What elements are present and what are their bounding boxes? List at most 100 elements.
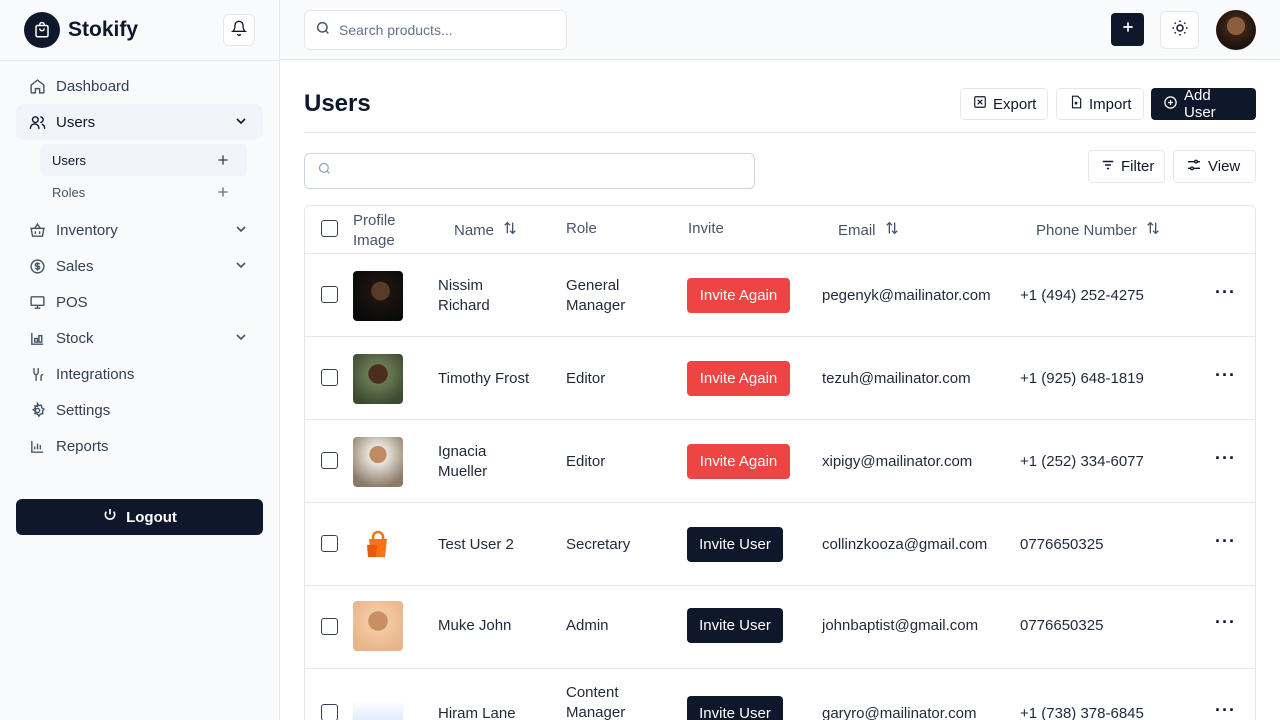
- plus-icon[interactable]: [215, 184, 231, 203]
- profile-image: [353, 354, 403, 404]
- user-email: xipigy@mailinator.com: [822, 453, 973, 470]
- profile-image: [353, 699, 403, 720]
- bell-icon: [230, 20, 248, 41]
- table-row[interactable]: Ignacia Mueller Editor Invite Again xipi…: [305, 420, 1255, 503]
- invite-again-button[interactable]: Invite Again: [687, 444, 790, 479]
- sidebar-item-settings[interactable]: Settings: [16, 392, 263, 428]
- sidebar: Stokify Dashboard Users Users Roles Inve: [0, 0, 280, 720]
- subitem-users[interactable]: Users: [40, 144, 247, 176]
- invite-user-button[interactable]: Invite User: [687, 527, 783, 562]
- row-checkbox[interactable]: [321, 618, 338, 635]
- add-user-button[interactable]: Add User: [1151, 87, 1256, 121]
- header-invite: Invite: [688, 220, 724, 237]
- monitor-icon: [28, 293, 46, 311]
- table-row[interactable]: Hiram Lane Content Manager Invite User g…: [305, 669, 1255, 720]
- row-checkbox[interactable]: [321, 704, 338, 720]
- user-role: Secretary: [566, 536, 631, 553]
- excel-icon: [973, 95, 987, 113]
- subitem-label: Roles: [52, 184, 86, 200]
- user-email: johnbaptist@gmail.com: [822, 617, 979, 634]
- user-email: garyro@mailinator.com: [822, 705, 977, 720]
- sidebar-item-inventory[interactable]: Inventory: [16, 212, 263, 248]
- view-button[interactable]: View: [1173, 150, 1256, 183]
- subitem-roles[interactable]: Roles: [40, 176, 247, 208]
- add-user-label: Add User: [1184, 87, 1216, 121]
- user-name: Test User 2: [438, 536, 514, 553]
- invite-again-button[interactable]: Invite Again: [687, 361, 790, 396]
- notifications-button[interactable]: [223, 14, 255, 46]
- header-name[interactable]: Name: [454, 220, 518, 240]
- sidebar-item-reports[interactable]: Reports: [16, 428, 263, 464]
- user-role: Editor: [566, 453, 606, 470]
- user-email: tezuh@mailinator.com: [822, 370, 971, 387]
- user-name: Nissim Richard: [438, 277, 490, 314]
- import-button[interactable]: Import: [1056, 88, 1144, 120]
- sidebar-item-label: Dashboard: [56, 77, 130, 95]
- sidebar-item-dashboard[interactable]: Dashboard: [16, 68, 263, 104]
- filter-button[interactable]: Filter: [1088, 150, 1165, 183]
- table-search[interactable]: [304, 153, 755, 189]
- row-actions-icon[interactable]: ···: [1215, 612, 1236, 633]
- brand[interactable]: Stokify: [24, 12, 138, 48]
- sidebar-item-users[interactable]: Users: [16, 104, 263, 140]
- table-row[interactable]: Nissim Richard General Manager Invite Ag…: [305, 254, 1255, 337]
- export-label: Export: [993, 95, 1037, 113]
- header-phone[interactable]: Phone Number: [1036, 220, 1161, 240]
- sidebar-item-stock[interactable]: Stock: [16, 320, 263, 356]
- sort-icon: [502, 220, 518, 240]
- table-row[interactable]: Muke John Admin Invite User johnbaptist@…: [305, 586, 1255, 669]
- header-phone-label: Phone Number: [1036, 221, 1137, 239]
- row-checkbox[interactable]: [321, 369, 338, 386]
- row-checkbox[interactable]: [321, 286, 338, 303]
- row-checkbox[interactable]: [321, 535, 338, 552]
- sidebar-nav: Dashboard Users Users Roles Inventory Sa…: [16, 68, 263, 464]
- page-title: Users: [304, 90, 371, 117]
- search-input[interactable]: [339, 22, 556, 38]
- search-icon: [317, 161, 332, 181]
- user-phone: 0776650325: [1020, 536, 1104, 553]
- plus-circle-icon: [1163, 95, 1178, 114]
- quick-add-button[interactable]: [1111, 13, 1144, 46]
- profile-image: [353, 437, 403, 487]
- row-actions-icon[interactable]: ···: [1215, 448, 1236, 469]
- export-button[interactable]: Export: [960, 88, 1048, 120]
- chevron-down-icon: [233, 221, 249, 241]
- product-search[interactable]: [304, 10, 567, 50]
- select-all-checkbox[interactable]: [321, 220, 338, 237]
- user-name: Muke John: [438, 617, 512, 634]
- header-email[interactable]: Email: [838, 220, 900, 240]
- sidebar-item-label: Integrations: [56, 365, 135, 383]
- sidebar-divider: [0, 60, 280, 61]
- row-actions-icon[interactable]: ···: [1215, 531, 1236, 552]
- user-phone: +1 (925) 648-1819: [1020, 370, 1144, 387]
- topbar: [280, 0, 1280, 60]
- logout-label: Logout: [126, 508, 177, 526]
- plus-icon[interactable]: [215, 152, 231, 171]
- table-row[interactable]: Test User 2 Secretary Invite User collin…: [305, 503, 1255, 586]
- table-search-input[interactable]: [340, 163, 740, 179]
- row-actions-icon[interactable]: ···: [1215, 365, 1236, 386]
- header-profile-image: Profile Image: [353, 212, 396, 249]
- sidebar-item-integrations[interactable]: Integrations: [16, 356, 263, 392]
- integrations-icon: [28, 365, 46, 383]
- sidebar-item-sales[interactable]: Sales: [16, 248, 263, 284]
- sidebar-item-label: Users: [56, 113, 96, 131]
- user-phone: +1 (494) 252-4275: [1020, 287, 1144, 304]
- row-checkbox[interactable]: [321, 452, 338, 469]
- logout-button[interactable]: Logout: [16, 499, 263, 535]
- row-actions-icon[interactable]: ···: [1215, 282, 1236, 303]
- invite-again-button[interactable]: Invite Again: [687, 278, 790, 313]
- table-row[interactable]: Timothy Frost Editor Invite Again tezuh@…: [305, 337, 1255, 420]
- user-avatar[interactable]: [1216, 10, 1256, 50]
- sliders-icon: [1186, 157, 1202, 177]
- sidebar-item-label: POS: [56, 293, 88, 311]
- sidebar-item-label: Reports: [56, 437, 109, 455]
- sidebar-item-pos[interactable]: POS: [16, 284, 263, 320]
- user-name: Hiram Lane: [438, 705, 516, 720]
- theme-toggle-button[interactable]: [1160, 11, 1199, 49]
- row-actions-icon[interactable]: ···: [1215, 700, 1236, 720]
- invite-user-button[interactable]: Invite User: [687, 608, 783, 643]
- invite-user-button[interactable]: Invite User: [687, 696, 783, 720]
- sidebar-item-label: Inventory: [56, 221, 118, 239]
- chart-icon: [28, 437, 46, 455]
